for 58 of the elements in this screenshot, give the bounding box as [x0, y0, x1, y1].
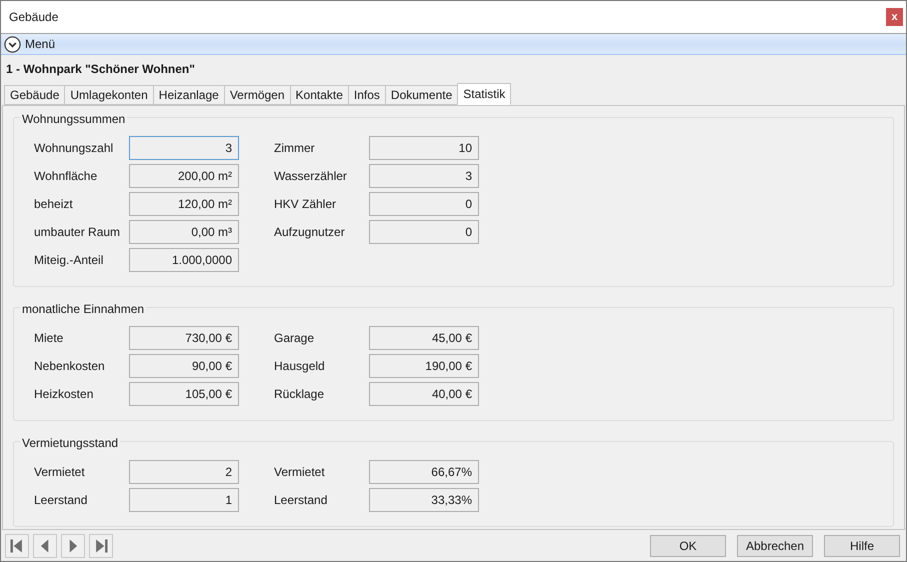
value-field[interactable]: 66,67% [369, 460, 479, 484]
field-label: Hausgeld [274, 358, 326, 375]
tab[interactable]: Heizanlage [152, 85, 225, 105]
dialog-button[interactable]: Hilfe [824, 534, 900, 556]
value-field[interactable]: 105,00 € [129, 382, 239, 406]
field-label: Leerstand [34, 492, 88, 509]
field-label: HKV Zähler [274, 196, 338, 213]
field-label: Leerstand [274, 492, 328, 509]
tab[interactable]: Kontakte [290, 85, 349, 105]
field-label: Vermietet [34, 464, 86, 481]
field-label: beheizt [34, 196, 74, 213]
tab[interactable]: Vermögen [224, 85, 291, 105]
tab[interactable]: Statistik [457, 83, 512, 105]
tab[interactable]: Infos [348, 85, 386, 105]
value-field[interactable]: 0 [369, 192, 479, 216]
value-field[interactable]: 3 [129, 136, 239, 160]
field-label: Rücklage [274, 386, 326, 403]
field-label: Wohnungszahl [34, 140, 114, 157]
dialog-button[interactable]: OK [650, 534, 726, 556]
value-field[interactable]: 45,00 € [369, 326, 479, 350]
tab[interactable]: Dokumente [384, 85, 458, 105]
value-field[interactable]: 90,00 € [129, 354, 239, 378]
next-record-button[interactable] [61, 534, 85, 558]
field-label: Wasserzähler [274, 168, 348, 185]
field-label: Miteig.-Anteil [34, 252, 104, 269]
field-label: Vermietet [274, 464, 326, 481]
field-label: Aufzugnutzer [274, 224, 346, 241]
chevron-down-icon [4, 36, 21, 52]
value-field[interactable]: 3 [369, 164, 479, 188]
record-heading: 1 - Wohnpark "Schöner Wohnen" [6, 61, 195, 78]
field-label: Zimmer [274, 140, 316, 157]
value-field[interactable]: 10 [369, 136, 479, 160]
value-field[interactable]: 0 [369, 220, 479, 244]
value-field[interactable]: 730,00 € [129, 326, 239, 350]
value-field[interactable]: 0,00 m³ [129, 220, 239, 244]
value-field[interactable]: 120,00 m² [129, 192, 239, 216]
value-field[interactable]: 33,33% [369, 488, 479, 512]
value-field[interactable]: 1.000,0000 [129, 248, 239, 272]
dialog-button[interactable]: Abbrechen [737, 534, 813, 556]
menu-bar[interactable]: Menü [1, 34, 906, 55]
field-label: Wohnfläche [34, 168, 98, 185]
first-record-button[interactable] [5, 534, 29, 558]
tab[interactable]: Umlagekonten [64, 85, 154, 105]
field-label: umbauter Raum [34, 224, 122, 241]
previous-record-button[interactable] [33, 534, 57, 558]
value-field[interactable]: 2 [129, 460, 239, 484]
close-button[interactable]: x [886, 8, 903, 26]
tab[interactable]: Gebäude [4, 85, 66, 105]
value-field[interactable]: 40,00 € [369, 382, 479, 406]
field-label: Garage [274, 330, 316, 347]
last-record-button[interactable] [89, 534, 113, 558]
field-label: Nebenkosten [34, 358, 106, 375]
value-field[interactable]: 200,00 m² [129, 164, 239, 188]
value-field[interactable]: 190,00 € [369, 354, 479, 378]
field-label: Miete [34, 330, 64, 347]
window-title: Gebäude [9, 9, 58, 26]
value-field[interactable]: 1 [129, 488, 239, 512]
field-label: Heizkosten [34, 386, 94, 403]
